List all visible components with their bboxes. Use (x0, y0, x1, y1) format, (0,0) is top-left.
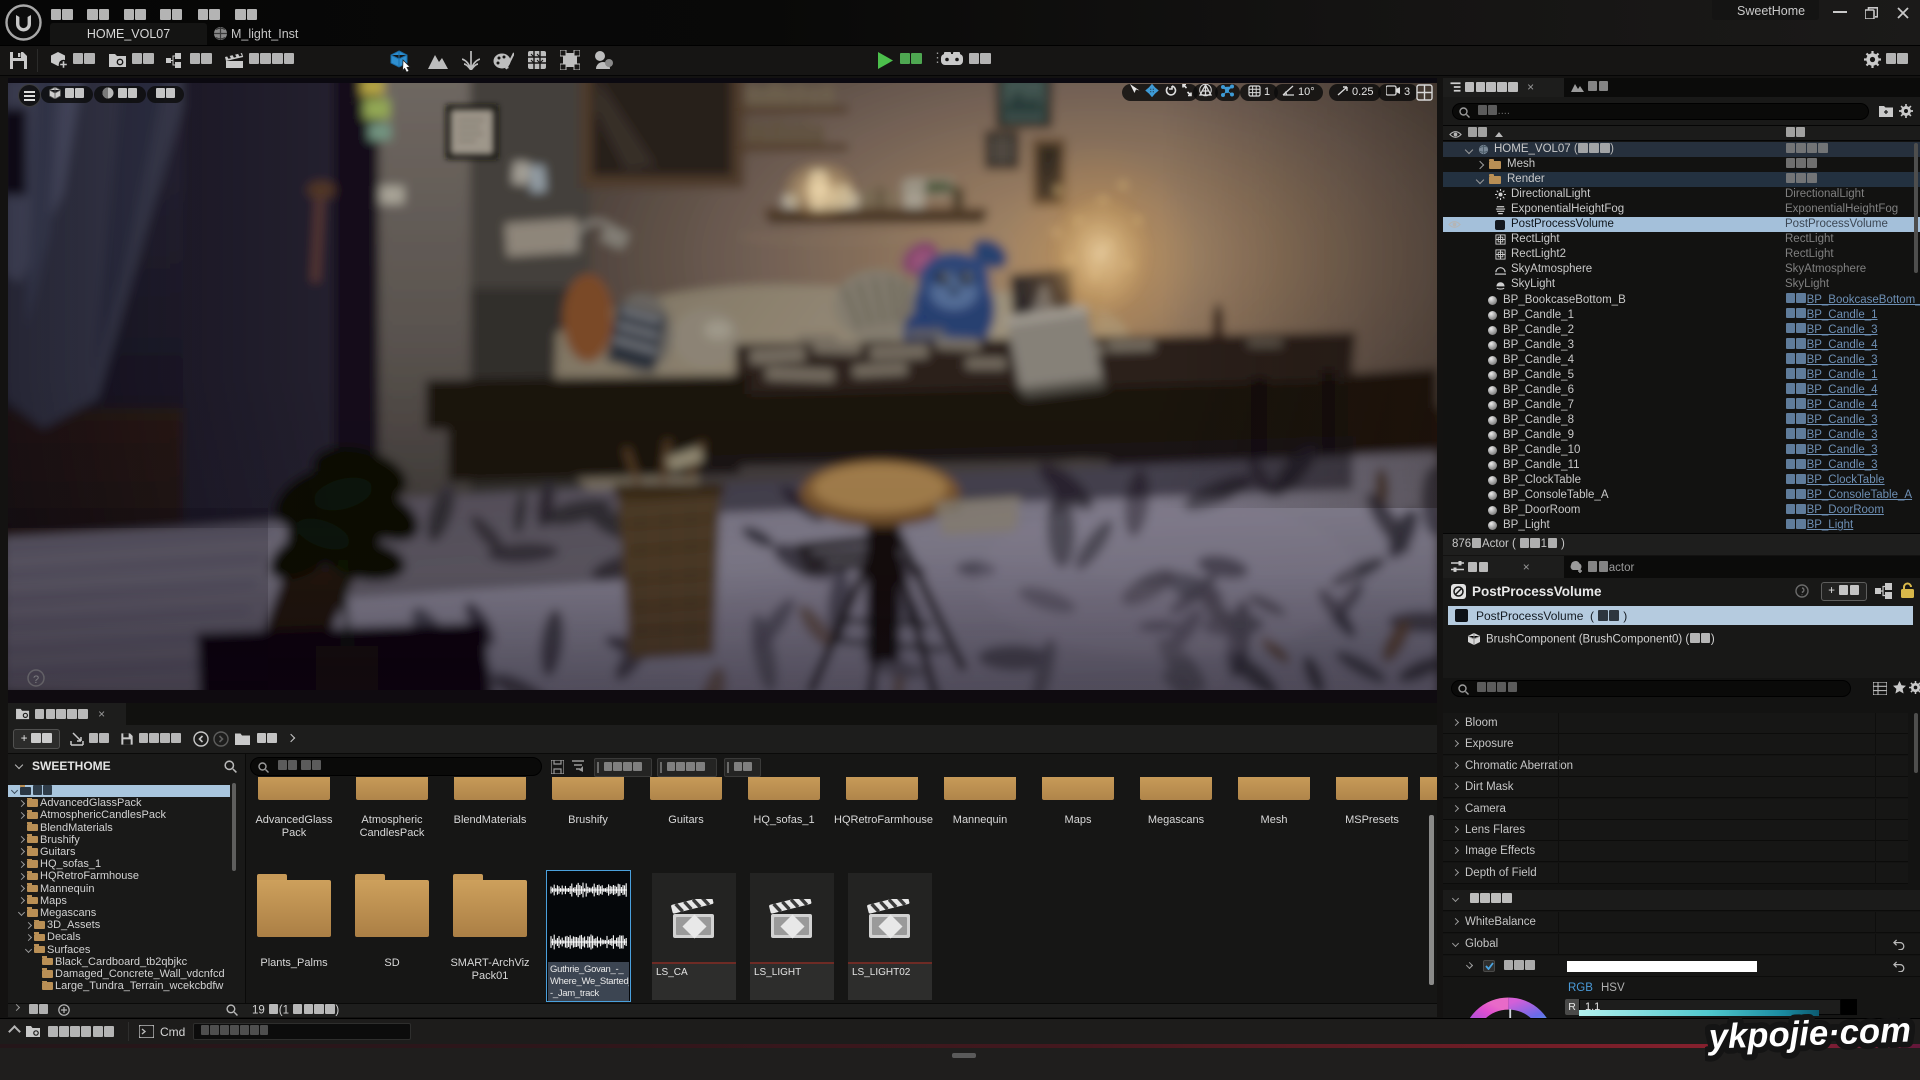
svg-text:?: ? (33, 674, 39, 686)
svg-text:ykpojie·com: ykpojie·com (1706, 1012, 1911, 1057)
